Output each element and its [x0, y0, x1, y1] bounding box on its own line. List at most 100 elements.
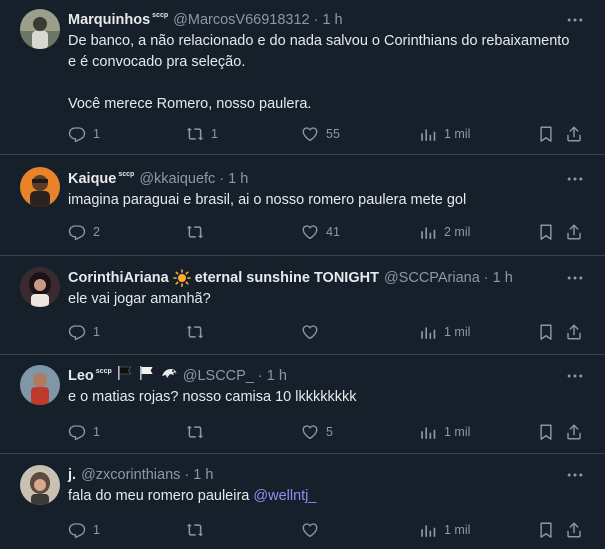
more-dots-icon[interactable] [561, 6, 589, 34]
reply-count: 1 [93, 523, 100, 537]
reply-button[interactable]: 1 [68, 321, 100, 343]
user-handle[interactable]: @zxcorinthians [81, 465, 180, 485]
share-icon [565, 125, 583, 143]
avatar[interactable] [20, 9, 60, 49]
retweet-count: 1 [211, 127, 218, 141]
timestamp[interactable]: 1 h [193, 465, 213, 485]
reply-icon [68, 521, 86, 539]
timestamp[interactable]: 1 h [267, 366, 287, 386]
avatar[interactable] [20, 167, 60, 207]
like-button[interactable]: 55 [301, 123, 340, 145]
like-count: 5 [326, 425, 333, 439]
bookmark-icon [537, 223, 555, 241]
views-button[interactable]: 1 mil [419, 321, 470, 343]
reply-count: 1 [93, 325, 100, 339]
eagle-icon [160, 365, 178, 387]
name-tag: sccp [95, 368, 112, 375]
like-button[interactable]: 5 [301, 421, 333, 443]
tweet[interactable]: CorinthiAriana eternal sunshine TONIGHT … [0, 256, 605, 355]
bookmark-button[interactable] [537, 321, 555, 343]
replies-feed: Marquinhos sccp @MarcosV66918312 · 1 h D… [0, 0, 605, 549]
separator-dot: · [257, 368, 263, 384]
bookmark-icon [537, 125, 555, 143]
views-chart-icon [419, 223, 437, 241]
white-flag-icon [138, 365, 156, 387]
more-dots-icon[interactable] [561, 362, 589, 390]
share-button[interactable] [565, 123, 583, 145]
bookmark-button[interactable] [537, 519, 555, 541]
bookmark-button[interactable] [537, 421, 555, 443]
tweet[interactable]: Kaique sccp @kkaiquefc · 1 h imagina par… [0, 155, 605, 256]
views-button[interactable]: 1 mil [419, 519, 470, 541]
tweet[interactable]: Marquinhos sccp @MarcosV66918312 · 1 h D… [0, 0, 605, 155]
timestamp[interactable]: 1 h [322, 10, 342, 30]
like-count: 55 [326, 127, 340, 141]
avatar[interactable] [20, 365, 60, 405]
avatar[interactable] [20, 465, 60, 505]
avatar[interactable] [20, 267, 60, 307]
retweet-button[interactable]: 1 [186, 123, 218, 145]
reply-button[interactable]: 1 [68, 519, 100, 541]
tweet-text: De banco, a não relacionado e do nada sa… [68, 33, 570, 112]
views-button[interactable]: 1 mil [419, 421, 470, 443]
heart-icon [301, 125, 319, 143]
share-button[interactable] [565, 519, 583, 541]
views-button[interactable]: 2 mil [419, 221, 470, 243]
separator-dot: · [483, 270, 489, 286]
display-name[interactable]: Marquinhos [68, 10, 150, 30]
views-chart-icon [419, 323, 437, 341]
retweet-button[interactable] [186, 321, 211, 343]
reply-icon [68, 223, 86, 241]
like-button[interactable]: 41 [301, 221, 340, 243]
heart-icon [301, 323, 319, 341]
display-name[interactable]: Kaique [68, 169, 116, 189]
display-name-suffix[interactable]: eternal sunshine TONIGHT [195, 268, 379, 288]
name-tag: sccp [152, 12, 169, 19]
views-button[interactable]: 1 mil [419, 123, 470, 145]
retweet-icon [186, 323, 204, 341]
timestamp[interactable]: 1 h [228, 169, 248, 189]
bookmark-button[interactable] [537, 221, 555, 243]
reply-icon [68, 125, 86, 143]
retweet-button[interactable] [186, 221, 211, 243]
tweet-header: Kaique sccp @kkaiquefc · 1 h [68, 169, 591, 189]
timestamp[interactable]: 1 h [493, 268, 513, 288]
retweet-button[interactable] [186, 421, 211, 443]
reply-button[interactable]: 1 [68, 421, 100, 443]
more-dots-icon[interactable] [561, 165, 589, 193]
user-handle[interactable]: @LSCCP_ [183, 366, 254, 386]
action-bar: 1 1 55 1 mil [68, 123, 591, 145]
action-bar: 1 1 mil [68, 519, 591, 541]
display-name[interactable]: CorinthiAriana [68, 268, 169, 288]
share-button[interactable] [565, 421, 583, 443]
like-count: 41 [326, 225, 340, 239]
black-flag-icon [116, 365, 134, 387]
tweet[interactable]: j. @zxcorinthians · 1 h fala do meu rome… [0, 454, 605, 549]
like-button[interactable] [301, 321, 326, 343]
mention-link[interactable]: @wellntj_ [253, 488, 316, 504]
more-dots-icon[interactable] [561, 264, 589, 292]
user-handle[interactable]: @MarcosV66918312 [173, 10, 309, 30]
more-dots-icon[interactable] [561, 461, 589, 489]
share-icon [565, 323, 583, 341]
reply-count: 1 [93, 127, 100, 141]
user-handle[interactable]: @kkaiquefc [139, 169, 215, 189]
tweet[interactable]: Leo sccp @LSCCP_ · 1 h e o matias rojas?… [0, 355, 605, 454]
view-count: 1 mil [444, 425, 471, 439]
user-handle[interactable]: @SCCPAriana [384, 268, 480, 288]
share-button[interactable] [565, 221, 583, 243]
reply-button[interactable]: 1 [68, 123, 100, 145]
bookmark-button[interactable] [537, 123, 555, 145]
retweet-icon [186, 521, 204, 539]
display-name[interactable]: Leo [68, 366, 94, 386]
reply-button[interactable]: 2 [68, 221, 100, 243]
display-name[interactable]: j. [68, 465, 76, 485]
retweet-button[interactable] [186, 519, 211, 541]
separator-dot: · [184, 467, 190, 483]
like-button[interactable] [301, 519, 326, 541]
bookmark-icon [537, 323, 555, 341]
view-count: 1 mil [444, 325, 471, 339]
share-button[interactable] [565, 321, 583, 343]
separator-dot: · [313, 12, 319, 28]
view-count: 1 mil [444, 523, 471, 537]
